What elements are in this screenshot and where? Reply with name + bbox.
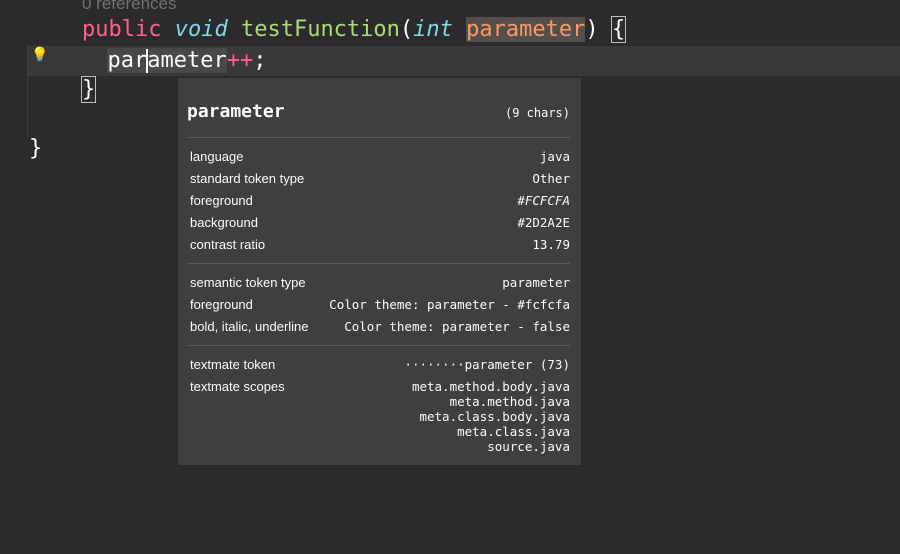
scope-item: meta.method.java [449, 394, 570, 409]
info-row: contrast ratio 13.79 [187, 234, 570, 256]
code-line-4[interactable]: } [29, 134, 42, 164]
lightbulb-icon[interactable]: 💡 [31, 47, 48, 63]
info-row: standard token type Other [187, 168, 570, 190]
info-label: standard token type [190, 171, 305, 186]
info-label: textmate token [190, 357, 276, 372]
close-brace-class: } [29, 136, 43, 161]
param-usage-end: ameter [147, 48, 227, 73]
info-row: textmate token ········parameter (73) [187, 354, 570, 376]
param-usage-start: par [107, 48, 148, 73]
info-row: foreground #FCFCFA [187, 190, 570, 212]
info-label: background [190, 215, 258, 230]
semantic-section: semantic token type parameter foreground C… [187, 264, 570, 346]
param-usage: parameter [107, 48, 227, 73]
info-value: java [539, 149, 570, 164]
code-line-2[interactable]: parameter++; [28, 46, 900, 76]
info-row: language java [187, 146, 570, 168]
info-row: foreground Color theme: parameter - #fcfc… [187, 294, 570, 316]
token-inspect-hover: parameter (9 chars) language java standar… [177, 77, 582, 466]
scope-item: meta.class.body.java [419, 409, 570, 424]
code-line-3[interactable]: } [80, 75, 97, 105]
param-type: int [413, 17, 453, 42]
type-void: void [174, 17, 228, 42]
info-value: #FCFCFA [517, 193, 570, 208]
semicolon: ; [253, 48, 267, 73]
info-row: background #2D2A2E [187, 212, 570, 234]
info-value: parameter [502, 275, 570, 290]
info-value: ········parameter (73) [404, 357, 570, 372]
info-row: textmate scopes meta.method.body.java me… [187, 376, 570, 454]
codelens-references[interactable]: 0 references [82, 0, 177, 14]
textmate-section: textmate token ········parameter (73) tex… [187, 346, 570, 461]
info-value: Other [532, 171, 570, 186]
info-label: language [190, 149, 244, 164]
scope-item: meta.method.body.java [411, 379, 570, 394]
info-label: bold, italic, underline [190, 319, 309, 334]
info-value: #2D2A2E [517, 215, 570, 230]
info-label: semantic token type [190, 275, 306, 290]
info-value: 13.79 [532, 237, 570, 252]
info-label: foreground [190, 193, 253, 208]
scope-item: meta.class.java [457, 424, 570, 439]
open-brace: { [610, 16, 627, 43]
scope-list: meta.method.body.java meta.method.java m… [412, 376, 570, 454]
open-paren: ( [399, 17, 414, 42]
hover-header: parameter (9 chars) [187, 78, 570, 138]
char-count: (9 chars) [504, 106, 570, 120]
info-row: bold, italic, underline Color theme: para… [187, 316, 570, 338]
info-label: contrast ratio [190, 237, 266, 252]
keyword-public: public [82, 17, 162, 42]
scope-item: source.java [487, 439, 570, 454]
general-section: language java standard token type Other fo… [187, 138, 570, 264]
close-paren: ) [585, 17, 599, 42]
info-label: foreground [190, 297, 253, 312]
info-value: Color theme: parameter - #fcfcfa [329, 297, 570, 312]
param-declaration: parameter [466, 17, 586, 42]
function-name: testFunction [240, 17, 400, 42]
increment-operator: ++ [226, 48, 254, 73]
hover-title: parameter [187, 101, 285, 122]
info-value: Color theme: parameter - false [344, 319, 570, 334]
info-row: semantic token type parameter [187, 272, 570, 294]
info-label: textmate scopes [190, 379, 285, 394]
close-brace-method: } [80, 76, 97, 103]
code-line-1[interactable]: public void testFunction(int parameter) … [82, 15, 627, 45]
